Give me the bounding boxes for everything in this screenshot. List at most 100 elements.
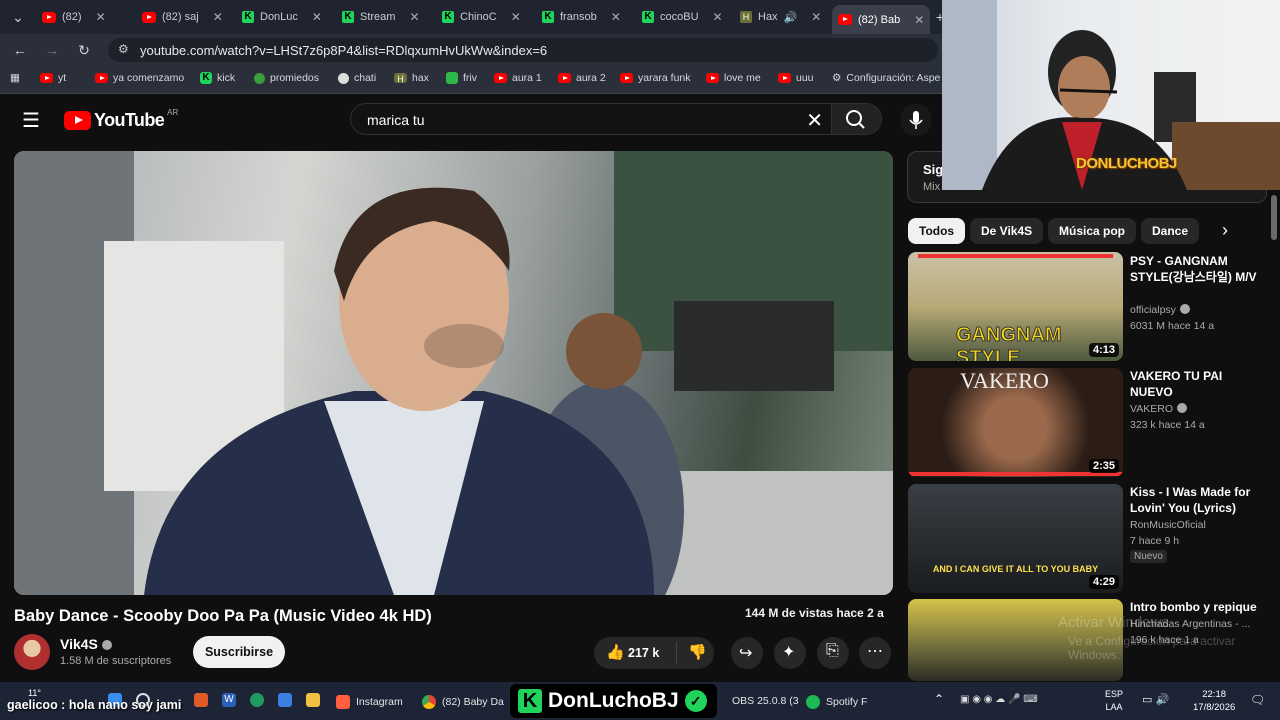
mic-icon xyxy=(909,111,923,129)
bookmark-yarara-funk[interactable]: yarara funk xyxy=(620,72,691,84)
youtube-icon xyxy=(494,73,507,83)
browser-tab-active[interactable]: (82) Bab ✕ xyxy=(832,5,931,34)
close-icon[interactable]: ✕ xyxy=(96,10,106,24)
weather-widget[interactable]: 11° xyxy=(28,688,41,698)
related-thumbnail[interactable]: VAKERO 2:35 xyxy=(908,368,1123,477)
related-thumbnail[interactable]: GANGNAM STYLE 4:13 xyxy=(908,252,1123,361)
bookmark-uuu[interactable]: uuu xyxy=(778,72,814,84)
related-title[interactable]: VAKERO TU PAI NUEVO xyxy=(1130,368,1260,400)
bookmark-kick[interactable]: Kkick xyxy=(200,72,235,84)
close-icon[interactable]: ✕ xyxy=(511,10,521,24)
browser-tab[interactable]: H Hax 🔊 ✕ xyxy=(734,5,827,29)
url-field[interactable]: ⚙ youtube.com/watch?v=LHSt7z6p8P4&list=R… xyxy=(108,38,938,62)
tab-search-icon[interactable]: ⌄ xyxy=(8,7,28,27)
bookmark-configuracion[interactable]: ⚙ Configuración: Aspe xyxy=(832,72,940,84)
youtube-logo[interactable]: YouTube AR xyxy=(64,108,178,131)
browser-tab[interactable]: KcocoBU ✕ xyxy=(636,5,729,29)
bookmark-aura-1[interactable]: aura 1 xyxy=(494,72,542,84)
browser-tab[interactable]: Kfransob ✕ xyxy=(536,5,627,29)
reload-icon[interactable]: ↻ xyxy=(74,40,94,60)
close-icon[interactable]: ✕ xyxy=(811,10,821,24)
kick-icon: K xyxy=(642,11,654,23)
bookmark-love-me[interactable]: love me xyxy=(706,72,761,84)
save-button[interactable]: ⎘ xyxy=(817,637,849,669)
bookmark-label: chati xyxy=(354,72,377,84)
bookmark-yt[interactable]: yt xyxy=(40,72,66,84)
browser-tab[interactable]: K DonLuc ✕ xyxy=(236,5,328,29)
bookmark-promiedos[interactable]: promiedos xyxy=(254,72,319,84)
folder-icon[interactable] xyxy=(306,693,320,707)
ask-button[interactable]: ✦ xyxy=(774,637,806,669)
apps-grid-icon[interactable]: ▦ xyxy=(10,72,20,84)
related-channel-row[interactable]: officialpsy xyxy=(1130,304,1190,316)
clear-search-icon[interactable]: ✕ xyxy=(806,108,823,133)
scrollbar-track[interactable] xyxy=(1268,190,1280,680)
scrollbar-thumb[interactable] xyxy=(1271,195,1277,240)
brave-icon xyxy=(336,695,350,709)
store-icon[interactable] xyxy=(278,693,292,707)
subscribe-button[interactable]: Suscribirse xyxy=(193,636,285,668)
chevron-right-icon[interactable]: › xyxy=(1222,220,1228,241)
related-title[interactable]: Kiss - I Was Made for Lovin' You (Lyrics… xyxy=(1130,484,1260,516)
close-icon[interactable]: ✕ xyxy=(409,10,419,24)
taskbar-app-spotify[interactable]: Spotify F xyxy=(806,695,867,709)
chip-dance[interactable]: Dance xyxy=(1141,218,1200,244)
more-icon: ⋯ xyxy=(867,643,883,660)
related-thumbnail[interactable]: AND I CAN GIVE IT ALL TO YOU BABY 4:29 xyxy=(908,484,1123,593)
notification-icon[interactable]: 🗨 xyxy=(1250,693,1265,707)
chip-musica-pop[interactable]: Música pop xyxy=(1048,218,1137,244)
browser-tab[interactable]: (82) ✕ xyxy=(36,5,112,29)
related-title[interactable]: PSY - GANGNAM STYLE(강남스타일) M/V xyxy=(1130,253,1260,285)
taskbar-app-obs[interactable]: OBS 25.0.8 (3 xyxy=(732,695,799,707)
like-icon[interactable]: 👍 xyxy=(606,643,625,661)
close-icon[interactable]: ✕ xyxy=(914,13,924,27)
close-icon[interactable]: ✕ xyxy=(312,10,322,24)
menu-icon[interactable]: ☰ xyxy=(22,108,40,133)
taskbar-app-instagram[interactable]: Instagram xyxy=(336,695,403,709)
bookmark-hax[interactable]: Hhax xyxy=(394,72,429,84)
kick-icon: K xyxy=(200,72,212,84)
word-icon[interactable]: W xyxy=(222,693,236,707)
close-icon[interactable]: ✕ xyxy=(713,10,723,24)
voice-search-button[interactable] xyxy=(900,104,932,136)
site-info-icon[interactable]: ⚙ xyxy=(118,42,129,56)
tab-label: cocoBU xyxy=(660,11,699,23)
chip-de-vik4s[interactable]: De Vik4S xyxy=(970,218,1044,244)
promiedos-icon xyxy=(254,72,265,84)
browser-tab[interactable]: (82) saj ✕ xyxy=(136,5,229,29)
search-button[interactable] xyxy=(832,103,882,135)
chip-todos[interactable]: Todos xyxy=(908,218,966,244)
forward-icon[interactable]: → xyxy=(42,40,62,60)
app-icon[interactable] xyxy=(194,693,208,707)
related-channel-row[interactable]: VAKERO xyxy=(1130,403,1187,415)
avatar[interactable] xyxy=(14,634,50,670)
browser-tab[interactable]: K ChinoC ✕ xyxy=(436,5,527,29)
close-icon[interactable]: ✕ xyxy=(611,10,621,24)
edge-icon[interactable] xyxy=(250,693,264,707)
bookmark-label: kick xyxy=(217,72,236,84)
browser-tab[interactable]: K Stream ✕ xyxy=(336,5,426,29)
channel-name-row[interactable]: Vik4S xyxy=(60,636,112,652)
close-icon[interactable]: ✕ xyxy=(213,10,223,24)
share-button[interactable]: ↪ xyxy=(731,637,763,669)
verified-icon xyxy=(1179,304,1190,314)
network-volume-icons[interactable]: ▭ 🔊 xyxy=(1142,693,1169,706)
dislike-icon[interactable]: 👎 xyxy=(688,643,707,661)
language-indicator[interactable]: ESP LAA xyxy=(1105,688,1123,714)
hax-icon: H xyxy=(740,11,752,23)
related-meta: 323 k hace 14 a xyxy=(1130,419,1205,431)
tray-icons[interactable]: ▣ ◉ ◉ ☁ 🎤 ⌨ xyxy=(960,694,1038,705)
system-clock[interactable]: 22:18 17/8/2026 xyxy=(1193,688,1235,714)
video-player[interactable] xyxy=(14,151,893,595)
bookmark-ya-comenzamo[interactable]: ya comenzamo xyxy=(95,72,184,84)
bookmark-aura-2[interactable]: aura 2 xyxy=(558,72,606,84)
search-input[interactable]: marica tu ✕ xyxy=(350,103,832,135)
related-title[interactable]: Intro bombo y repique xyxy=(1130,599,1260,615)
chevron-up-icon[interactable]: ⌃ xyxy=(934,692,944,706)
bookmark-chati[interactable]: chati xyxy=(338,72,376,84)
taskbar-app-chrome[interactable]: (82) Baby Da xyxy=(422,695,504,709)
back-icon[interactable]: ← xyxy=(10,40,30,60)
bookmark-friv[interactable]: friv xyxy=(446,72,477,84)
related-channel[interactable]: RonMusicOficial xyxy=(1130,519,1206,531)
more-button[interactable]: ⋯ xyxy=(859,637,891,669)
